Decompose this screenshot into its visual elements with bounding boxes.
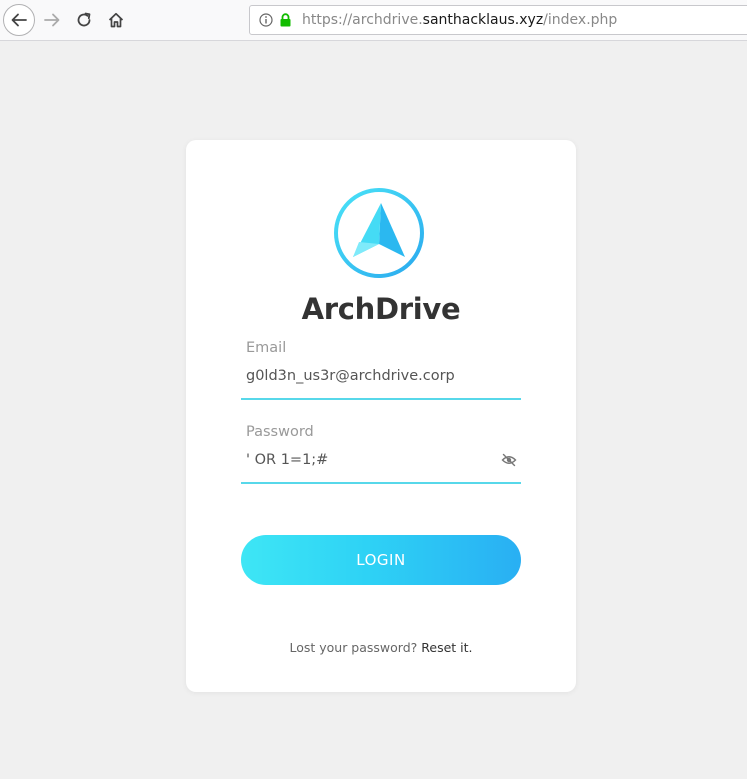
- password-underline: [241, 482, 521, 484]
- email-underline: [241, 398, 521, 400]
- archdrive-logo-icon: [334, 188, 424, 278]
- forward-button[interactable]: [36, 4, 68, 36]
- forward-arrow-icon: [44, 13, 60, 27]
- lost-password-row: Lost your password? Reset it.: [186, 640, 576, 655]
- login-button[interactable]: LOGIN: [241, 535, 521, 585]
- url-prefix: https://archdrive.: [302, 12, 423, 28]
- browser-toolbar: https://archdrive.santhacklaus.xyz/index…: [0, 0, 747, 41]
- brand-title: ArchDrive: [301, 292, 461, 326]
- email-label: Email: [246, 340, 287, 356]
- reload-button[interactable]: [68, 4, 100, 36]
- url-bar[interactable]: https://archdrive.santhacklaus.xyz/index…: [249, 5, 747, 35]
- url-text: https://archdrive.santhacklaus.xyz/index…: [302, 12, 617, 28]
- reload-icon: [77, 12, 91, 27]
- reset-password-link[interactable]: Reset it.: [421, 640, 472, 655]
- email-field[interactable]: g0ld3n_us3r@archdrive.corp: [246, 368, 496, 384]
- back-button[interactable]: [3, 4, 35, 36]
- eye-slash-icon[interactable]: [501, 453, 517, 467]
- home-button[interactable]: [100, 4, 132, 36]
- lost-password-text: Lost your password?: [289, 640, 418, 655]
- url-domain: santhacklaus.xyz: [422, 12, 544, 28]
- info-icon[interactable]: [259, 13, 273, 27]
- url-path: /index.php: [543, 12, 618, 28]
- back-arrow-icon: [11, 13, 27, 27]
- password-label: Password: [246, 424, 314, 440]
- home-icon: [108, 12, 124, 28]
- login-card: ArchDrive Email g0ld3n_us3r@archdrive.co…: [186, 140, 576, 692]
- lock-icon[interactable]: [279, 13, 292, 27]
- password-field[interactable]: ' OR 1=1;#: [246, 452, 496, 468]
